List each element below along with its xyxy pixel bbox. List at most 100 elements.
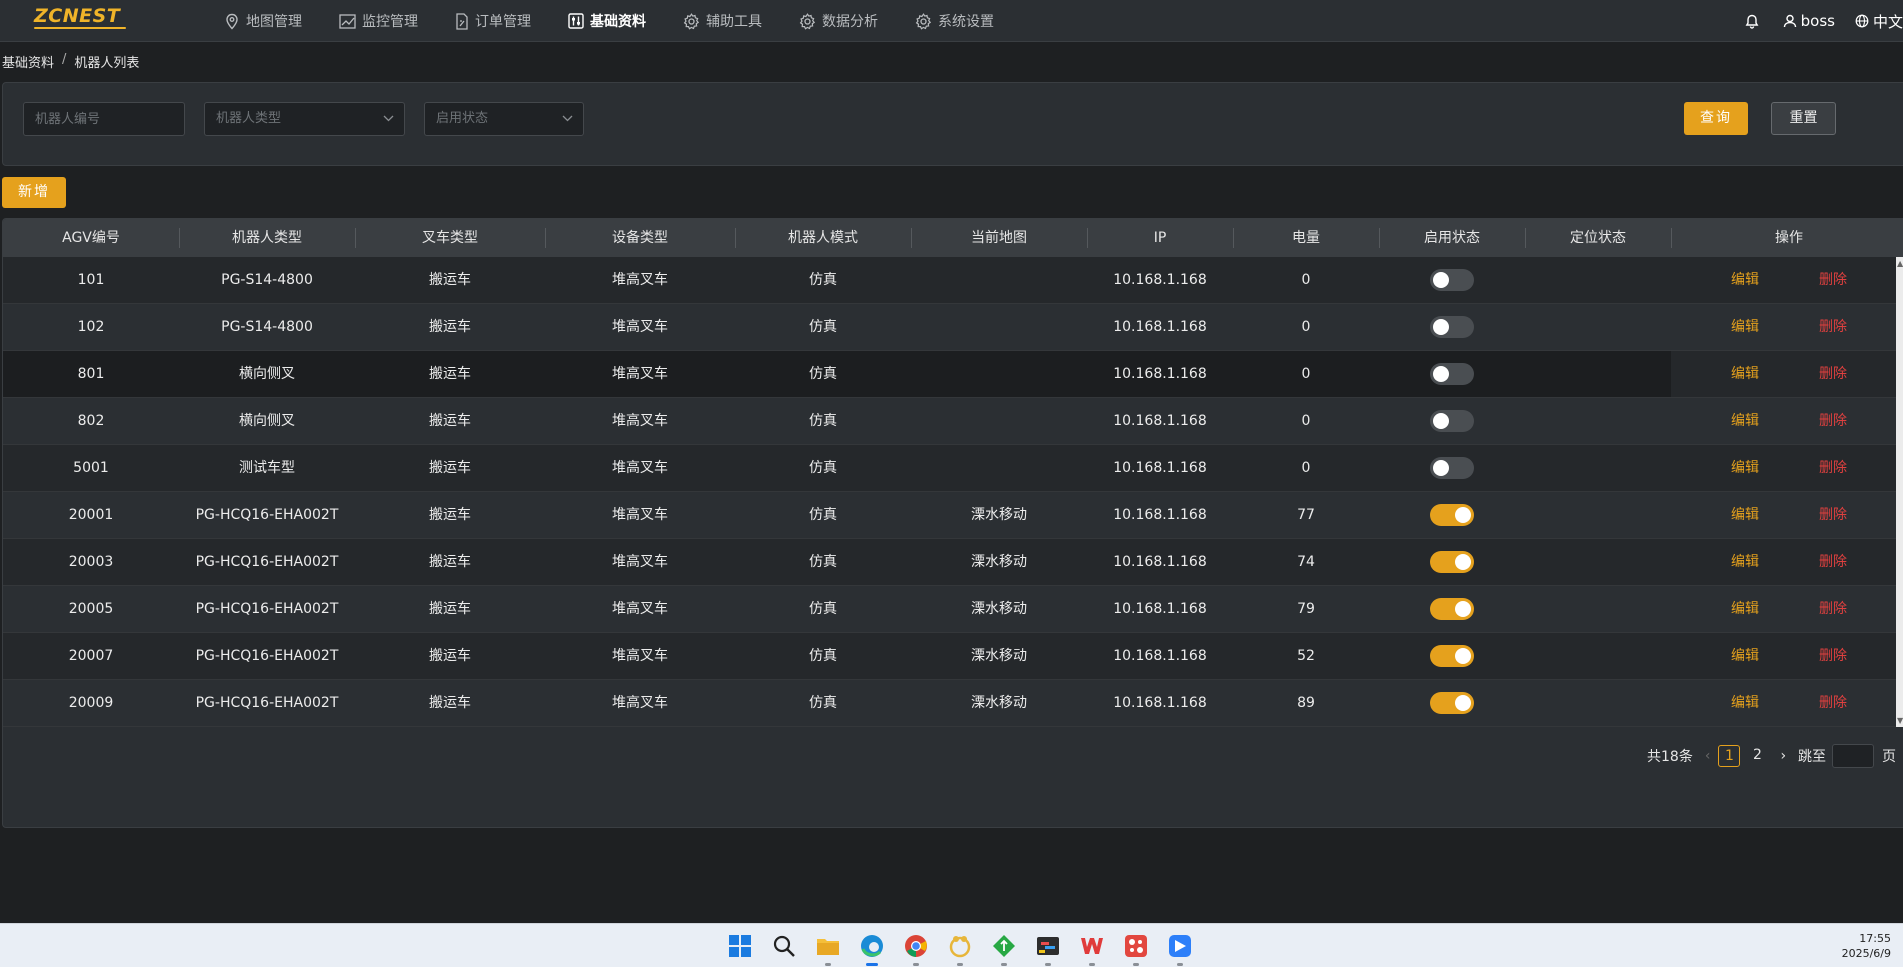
- app-icon[interactable]: [991, 933, 1017, 966]
- enabled-toggle[interactable]: [1430, 457, 1474, 479]
- app-icon[interactable]: [947, 933, 973, 966]
- clock-date: 2025/6/9: [1841, 947, 1891, 960]
- edit-link[interactable]: 编辑: [1701, 586, 1789, 632]
- query-button[interactable]: 查询: [1684, 102, 1748, 135]
- enabled-toggle[interactable]: [1430, 504, 1474, 526]
- enabled-toggle[interactable]: [1430, 692, 1474, 714]
- ip-cell: 10.168.1.168: [1113, 272, 1207, 288]
- app-icon[interactable]: [1123, 933, 1149, 966]
- delete-link[interactable]: 删除: [1789, 304, 1877, 350]
- nav-item-3[interactable]: 基础资料: [556, 0, 658, 42]
- scroll-down-arrow-icon[interactable]: ▼: [1897, 716, 1903, 725]
- robot-type-select[interactable]: 机器人类型: [204, 102, 405, 136]
- app-icon[interactable]: [1035, 933, 1061, 966]
- table-row[interactable]: 802 横向侧叉 搬运车 堆高叉车 仿真 10.168.1.168 0 编辑 删除: [3, 398, 1903, 445]
- nav-item-2[interactable]: 订单管理: [443, 0, 543, 42]
- windows-start-icon[interactable]: [727, 933, 753, 959]
- edit-link[interactable]: 编辑: [1701, 445, 1789, 491]
- edit-link[interactable]: 编辑: [1701, 351, 1789, 397]
- battery-cell: 0: [1301, 319, 1311, 335]
- notification-bell[interactable]: [1745, 14, 1763, 29]
- battery-cell: 77: [1297, 507, 1315, 523]
- edit-link[interactable]: 编辑: [1701, 633, 1789, 679]
- next-page-icon[interactable]: ›: [1780, 748, 1786, 764]
- enabled-toggle[interactable]: [1430, 551, 1474, 573]
- table-row[interactable]: 20007 PG-HCQ16-EHA002T 搬运车 堆高叉车 仿真 溧水移动 10.168…: [3, 633, 1903, 680]
- chevron-down-icon: [383, 115, 394, 122]
- delete-link[interactable]: 删除: [1789, 398, 1877, 444]
- ip-cell: 10.168.1.168: [1113, 695, 1207, 711]
- user-menu[interactable]: boss: [1783, 12, 1835, 30]
- table-row[interactable]: 801 横向侧叉 搬运车 堆高叉车 仿真 10.168.1.168 0 编辑 删除: [3, 351, 1903, 398]
- chevron-down-icon: [562, 115, 573, 122]
- delete-link[interactable]: 删除: [1789, 257, 1877, 303]
- table-row[interactable]: 20009 PG-HCQ16-EHA002T 搬运车 堆高叉车 仿真 溧水移动 10.168…: [3, 680, 1903, 727]
- table-row[interactable]: 102 PG-S14-4800 搬运车 堆高叉车 仿真 10.168.1.168 0 编辑 删除: [3, 304, 1903, 351]
- page-suffix: 页: [1882, 749, 1897, 765]
- operations-cell: 编辑 删除: [1671, 680, 1903, 726]
- edit-link[interactable]: 编辑: [1701, 539, 1789, 585]
- status-select[interactable]: 启用状态: [424, 102, 584, 136]
- edit-link[interactable]: 编辑: [1701, 680, 1789, 726]
- table-row[interactable]: 101 PG-S14-4800 搬运车 堆高叉车 仿真 10.168.1.168 0 编辑 删除: [3, 257, 1903, 304]
- table-row[interactable]: 20001 PG-HCQ16-EHA002T 搬运车 堆高叉车 仿真 溧水移动 10.168…: [3, 492, 1903, 539]
- edit-link[interactable]: 编辑: [1701, 492, 1789, 538]
- page-number[interactable]: 1: [1718, 745, 1741, 767]
- enabled-toggle[interactable]: [1430, 598, 1474, 620]
- operations-cell: 编辑 删除: [1671, 445, 1903, 491]
- enabled-toggle[interactable]: [1430, 410, 1474, 432]
- delete-link[interactable]: 删除: [1789, 445, 1877, 491]
- enabled-toggle[interactable]: [1430, 363, 1474, 385]
- delete-link[interactable]: 删除: [1789, 680, 1877, 726]
- forklift-type-cell: 搬运车: [429, 554, 471, 570]
- enabled-toggle[interactable]: [1430, 269, 1474, 291]
- locate-status-cell: [1525, 398, 1671, 444]
- table-row[interactable]: 20003 PG-HCQ16-EHA002T 搬运车 堆高叉车 仿真 溧水移动 10.168…: [3, 539, 1903, 586]
- map-cell: 溧水移动: [971, 554, 1027, 570]
- system-clock[interactable]: 17:55 2025/6/9: [1842, 931, 1891, 961]
- nav-item-4[interactable]: 辅助工具: [671, 0, 774, 42]
- table-scrollbar[interactable]: ▲ ▼: [1896, 257, 1903, 727]
- file-explorer-icon[interactable]: [815, 933, 841, 966]
- goto-page-input[interactable]: [1832, 744, 1875, 768]
- enabled-toggle[interactable]: [1430, 316, 1474, 338]
- enabled-cell: [1379, 351, 1525, 397]
- column-header: IP: [1087, 219, 1233, 257]
- edge-icon[interactable]: [859, 933, 885, 966]
- filter-panel: 机器人类型 启用状态 查询 重置: [2, 82, 1903, 166]
- nav-item-5[interactable]: 数据分析: [787, 0, 890, 42]
- prev-page-icon[interactable]: ‹: [1705, 748, 1711, 764]
- table-row[interactable]: 5001 测试车型 搬运车 堆高叉车 仿真 10.168.1.168 0 编辑 删除: [3, 445, 1903, 492]
- edit-link[interactable]: 编辑: [1701, 257, 1789, 303]
- delete-link[interactable]: 删除: [1789, 633, 1877, 679]
- page-number[interactable]: 2: [1746, 745, 1768, 767]
- table-row[interactable]: 20005 PG-HCQ16-EHA002T 搬运车 堆高叉车 仿真 溧水移动 10.168…: [3, 586, 1903, 633]
- toggle-knob: [1433, 460, 1449, 476]
- map-cell: [911, 351, 1087, 397]
- breadcrumb-separator: /: [62, 52, 67, 67]
- wps-icon[interactable]: [1079, 933, 1105, 966]
- robot-id-input[interactable]: [23, 102, 185, 136]
- reset-button[interactable]: 重置: [1771, 102, 1836, 135]
- breadcrumb-parent[interactable]: 基础资料: [2, 52, 54, 71]
- app-icon[interactable]: [1167, 933, 1193, 966]
- edit-link[interactable]: 编辑: [1701, 304, 1789, 350]
- delete-link[interactable]: 删除: [1789, 586, 1877, 632]
- add-button[interactable]: 新增: [2, 177, 66, 208]
- delete-link[interactable]: 删除: [1789, 351, 1877, 397]
- chrome-icon[interactable]: [903, 933, 929, 966]
- edit-link[interactable]: 编辑: [1701, 398, 1789, 444]
- scroll-up-arrow-icon[interactable]: ▲: [1897, 259, 1903, 268]
- search-icon[interactable]: [771, 933, 797, 959]
- enabled-toggle[interactable]: [1430, 645, 1474, 667]
- device-type-cell: 堆高叉车: [612, 601, 668, 617]
- delete-link[interactable]: 删除: [1789, 539, 1877, 585]
- logo[interactable]: ZCNEST: [34, 6, 126, 32]
- robot-type-placeholder: 机器人类型: [216, 111, 282, 126]
- nav-item-0[interactable]: 地图管理: [212, 0, 314, 42]
- delete-link[interactable]: 删除: [1789, 492, 1877, 538]
- nav-item-1[interactable]: 监控管理: [327, 0, 430, 42]
- robot-type-cell: 横向侧叉: [239, 413, 295, 429]
- nav-item-6[interactable]: 系统设置: [903, 0, 1006, 42]
- language-switcher[interactable]: 中文: [1855, 11, 1903, 32]
